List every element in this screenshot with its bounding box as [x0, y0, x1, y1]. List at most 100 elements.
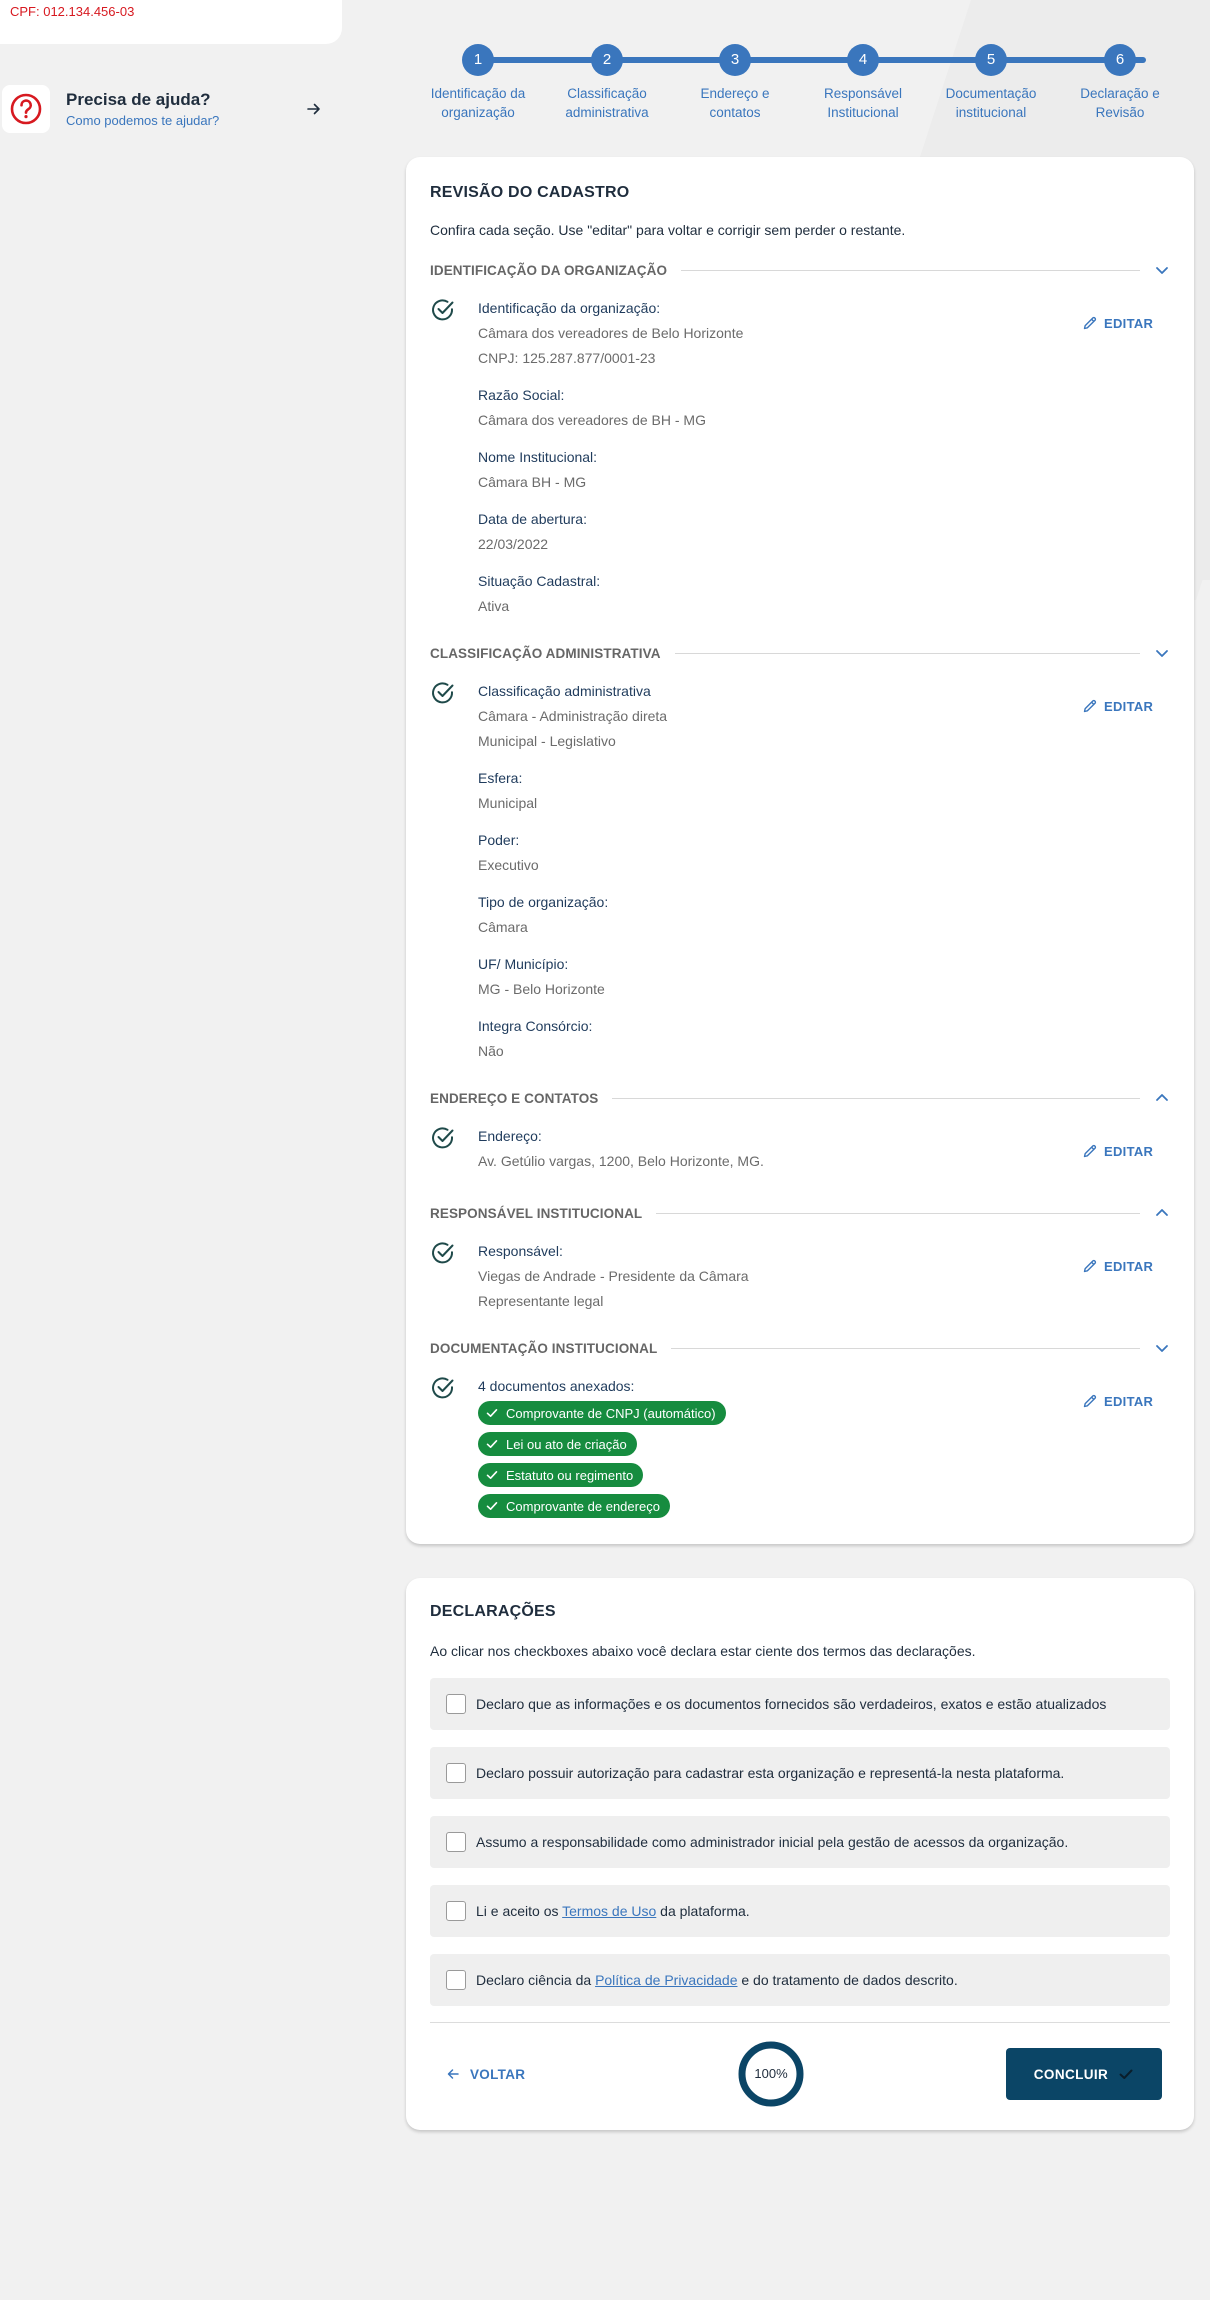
- check-circle-icon: [432, 1377, 454, 1399]
- field-label: Integra Consórcio:: [478, 1018, 593, 1034]
- arrow-right-icon: [307, 103, 320, 115]
- edit-documentacao-button[interactable]: EDITAR: [1082, 1390, 1162, 1412]
- check-circle-icon: [432, 1127, 454, 1149]
- chevron-up-icon[interactable]: [1154, 1090, 1170, 1106]
- field-value: CNPJ: 125.287.877/0001-23: [478, 350, 656, 366]
- step-label: Endereço e: [700, 86, 770, 101]
- field-label: 4 documentos anexados:: [478, 1378, 635, 1394]
- declaration-text-part: Declaro ciência da: [476, 1972, 596, 1988]
- step-label: contatos: [709, 105, 761, 120]
- edit-label: EDITAR: [1104, 315, 1154, 331]
- step-3[interactable]: 3 Endereço e contatos: [675, 44, 795, 122]
- check-circle-icon: [432, 299, 454, 321]
- checkbox[interactable]: [446, 1832, 466, 1852]
- pencil-icon: [1083, 1394, 1097, 1408]
- pencil-icon: [1083, 1259, 1097, 1273]
- declaration-checkbox-4[interactable]: Li e aceito os Termos de Uso da platafor…: [430, 1885, 1170, 1937]
- document-name: Comprovante de CNPJ (automático): [506, 1405, 716, 1421]
- section-documentacao-header: DOCUMENTAÇÃO INSTITUCIONAL: [430, 1338, 1170, 1358]
- field-label: Esfera:: [478, 770, 523, 786]
- field-label: UF/ Município:: [478, 956, 569, 972]
- field-value: Municipal - Legislativo: [478, 733, 616, 749]
- section-title: CLASSIFICAÇÃO ADMINISTRATIVA: [430, 645, 661, 661]
- declaration-checkbox-1[interactable]: Declaro que as informações e os document…: [430, 1678, 1170, 1730]
- field-label: Nome Institucional:: [478, 449, 598, 465]
- divider: [681, 269, 1140, 271]
- field-value: Municipal: [478, 795, 538, 811]
- field-value: Câmara dos vereadores de Belo Horizonte: [478, 325, 744, 341]
- edit-responsavel-button[interactable]: EDITAR: [1082, 1255, 1162, 1277]
- chevron-down-icon[interactable]: [1154, 645, 1170, 661]
- field-label: Endereço:: [478, 1128, 542, 1144]
- document-chip: Estatuto ou regimento: [478, 1463, 644, 1487]
- declaration-checkbox-2[interactable]: Declaro possuir autorização para cadastr…: [430, 1747, 1170, 1799]
- progress-stepper: 1 Identificação da organização 2 Classifi…: [420, 44, 1160, 124]
- divider: [430, 2022, 1170, 2023]
- document-chip: Comprovante de endereço: [478, 1494, 670, 1518]
- review-card: REVISÃO DO CADASTRO Confira cada seção. …: [406, 157, 1194, 1544]
- chevron-up-icon[interactable]: [1154, 1205, 1170, 1221]
- divider: [671, 1347, 1140, 1349]
- section-responsavel-header: RESPONSÁVEL INSTITUCIONAL: [430, 1203, 1170, 1223]
- arrow-left-icon: [447, 2069, 459, 2079]
- step-1[interactable]: 1 Identificação da organização: [418, 44, 538, 122]
- step-label: institucional: [955, 105, 1027, 120]
- check-icon: [1119, 2069, 1133, 2079]
- step-label: administrativa: [565, 105, 649, 120]
- step-number: 6: [1104, 44, 1136, 76]
- field-value: Câmara dos vereadores de BH - MG: [478, 412, 706, 428]
- edit-endereco-button[interactable]: EDITAR: [1082, 1140, 1162, 1162]
- step-number: 1: [462, 44, 494, 76]
- section-title: IDENTIFICAÇÃO DA ORGANIZAÇÃO: [430, 262, 668, 278]
- divider: [656, 1212, 1140, 1214]
- declaration-text: Li e aceito os Termos de Uso da platafor…: [476, 1903, 750, 1919]
- field-label: Data de abertura:: [478, 511, 587, 527]
- document-name: Estatuto ou regimento: [506, 1467, 634, 1483]
- privacy-policy-link[interactable]: Política de Privacidade: [595, 1972, 737, 1988]
- field-value: Câmara BH - MG: [478, 474, 587, 490]
- check-circle-icon: [432, 682, 454, 704]
- declaration-text: Assumo a responsabilidade como administr…: [476, 1834, 1069, 1850]
- step-label: Identificação da: [430, 86, 526, 101]
- declaration-checkbox-5[interactable]: Declaro ciência da Política de Privacida…: [430, 1954, 1170, 2006]
- conclude-button[interactable]: CONCLUIR: [1006, 2048, 1162, 2100]
- section-identificacao-header: IDENTIFICAÇÃO DA ORGANIZAÇÃO: [430, 260, 1170, 280]
- section-title: ENDEREÇO E CONTATOS: [430, 1090, 599, 1106]
- declaration-checkbox-3[interactable]: Assumo a responsabilidade como administr…: [430, 1816, 1170, 1868]
- declaration-text-part: e do tratamento de dados descrito.: [737, 1972, 958, 1988]
- document-chip: Comprovante de CNPJ (automático): [478, 1401, 726, 1425]
- back-button[interactable]: VOLTAR: [446, 2064, 525, 2084]
- chevron-down-icon[interactable]: [1154, 262, 1170, 278]
- step-2[interactable]: 2 Classificação administrativa: [547, 44, 667, 122]
- edit-identificacao-button[interactable]: EDITAR: [1082, 312, 1162, 334]
- help-title: Precisa de ajuda?: [66, 90, 211, 109]
- step-5[interactable]: 5 Documentação institucional: [931, 44, 1051, 122]
- declaration-text: Declaro que as informações e os document…: [476, 1696, 1107, 1712]
- checkbox[interactable]: [446, 1694, 466, 1714]
- section-title: RESPONSÁVEL INSTITUCIONAL: [430, 1205, 643, 1221]
- checkbox[interactable]: [446, 1901, 466, 1921]
- checkbox[interactable]: [446, 1970, 466, 1990]
- step-label: Documentação: [945, 86, 1037, 101]
- edit-label: EDITAR: [1104, 1258, 1154, 1274]
- checkbox[interactable]: [446, 1763, 466, 1783]
- document-chip: Lei ou ato de criação: [478, 1432, 637, 1456]
- check-icon: [486, 1440, 498, 1448]
- back-label: VOLTAR: [470, 2066, 526, 2082]
- edit-label: EDITAR: [1104, 698, 1154, 714]
- document-name: Comprovante de endereço: [506, 1498, 660, 1514]
- check-circle-icon: [432, 1242, 454, 1264]
- declarations-title: DECLARAÇÕES: [430, 1603, 556, 1620]
- chevron-down-icon[interactable]: [1154, 1340, 1170, 1356]
- declaration-text: Declaro ciência da Política de Privacida…: [476, 1972, 958, 1988]
- step-number: 3: [719, 44, 751, 76]
- field-value: Não: [478, 1043, 504, 1059]
- help-link[interactable]: Precisa de ajuda? Como podemos te ajudar…: [0, 82, 330, 136]
- declaration-text-part: da plataforma.: [656, 1903, 750, 1919]
- check-icon: [486, 1471, 498, 1479]
- terms-of-use-link[interactable]: Termos de Uso: [562, 1903, 656, 1919]
- edit-classificacao-button[interactable]: EDITAR: [1082, 695, 1162, 717]
- step-6[interactable]: 6 Declaração e Revisão: [1060, 44, 1180, 122]
- field-label: Identificação da organização:: [478, 300, 661, 316]
- step-4[interactable]: 4 Responsável Institucional: [803, 44, 923, 122]
